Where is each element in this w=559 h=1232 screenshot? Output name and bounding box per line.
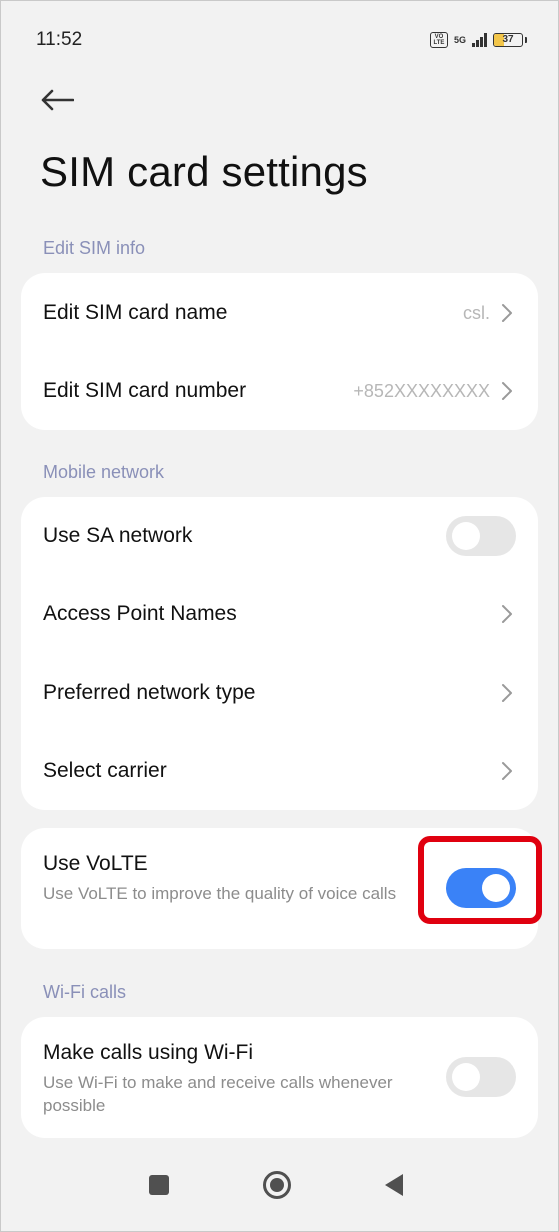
- edit-sim-name-label: Edit SIM card name: [43, 301, 228, 324]
- select-carrier-label: Select carrier: [43, 759, 167, 782]
- home-button[interactable]: [257, 1165, 297, 1205]
- circle-icon: [263, 1171, 291, 1199]
- volte-title: Use VoLTE: [43, 852, 148, 875]
- triangle-icon: [385, 1174, 403, 1196]
- signal-icon: [472, 33, 487, 47]
- status-bar: 11:52 VO LTE 5G 37: [36, 28, 527, 52]
- toggle-knob: [452, 1063, 480, 1091]
- battery-icon: 37: [493, 33, 523, 47]
- select-carrier-row[interactable]: Select carrier: [21, 732, 538, 810]
- recents-button[interactable]: [139, 1165, 179, 1205]
- section-label-edit-sim-info: Edit SIM info: [43, 238, 146, 258]
- sa-network-toggle[interactable]: [446, 516, 516, 556]
- status-icons: VO LTE 5G 37: [429, 32, 527, 48]
- volte-description: Use VoLTE to improve the quality of voic…: [43, 884, 397, 903]
- chevron-right-icon: [502, 382, 512, 400]
- edit-sim-info-card: Edit SIM card name csl. Edit SIM card nu…: [21, 273, 538, 430]
- arrow-left-icon: [41, 89, 74, 111]
- back-button[interactable]: [40, 84, 80, 116]
- navigation-bar: [0, 1165, 559, 1225]
- section-label-wifi-calls: Wi-Fi calls: [43, 982, 126, 1002]
- highlight-box: [418, 836, 542, 924]
- access-point-names-row[interactable]: Access Point Names: [21, 575, 538, 653]
- toggle-knob: [452, 522, 480, 550]
- wifi-calls-toggle[interactable]: [446, 1057, 516, 1097]
- wifi-calls-title: Make calls using Wi-Fi: [43, 1041, 254, 1064]
- chevron-right-icon: [502, 304, 512, 322]
- edit-sim-number-row[interactable]: Edit SIM card number +852XXXXXXXX: [21, 352, 538, 430]
- section-label-mobile-network: Mobile network: [43, 462, 165, 482]
- wifi-calls-description: Use Wi-Fi to make and receive calls when…: [43, 1073, 393, 1115]
- sim-number-value: +852XXXXXXXX: [353, 380, 490, 401]
- access-point-names-label: Access Point Names: [43, 602, 237, 625]
- chevron-right-icon: [502, 684, 512, 702]
- back-nav-button[interactable]: [374, 1165, 414, 1205]
- wifi-calls-card[interactable]: Make calls using Wi-Fi Use Wi-Fi to make…: [21, 1017, 538, 1138]
- sa-network-label: Use SA network: [43, 524, 193, 547]
- status-time: 11:52: [36, 29, 83, 50]
- page-title: SIM card settings: [40, 148, 368, 195]
- sa-network-row[interactable]: Use SA network: [21, 497, 538, 575]
- chevron-right-icon: [502, 762, 512, 780]
- volte-status-icon: VO LTE: [429, 32, 448, 48]
- preferred-network-type-row[interactable]: Preferred network type: [21, 654, 538, 732]
- network-type-label: 5G: [453, 34, 466, 45]
- preferred-network-type-label: Preferred network type: [43, 681, 256, 704]
- sim-name-value: csl.: [463, 302, 490, 323]
- battery-tip: [525, 37, 527, 43]
- mobile-network-card: Use SA network Access Point Names Prefer…: [21, 497, 538, 810]
- edit-sim-name-row[interactable]: Edit SIM card name csl.: [21, 274, 538, 352]
- chevron-right-icon: [502, 605, 512, 623]
- edit-sim-number-label: Edit SIM card number: [43, 379, 247, 402]
- battery-level: 37: [502, 34, 514, 45]
- square-icon: [149, 1175, 169, 1195]
